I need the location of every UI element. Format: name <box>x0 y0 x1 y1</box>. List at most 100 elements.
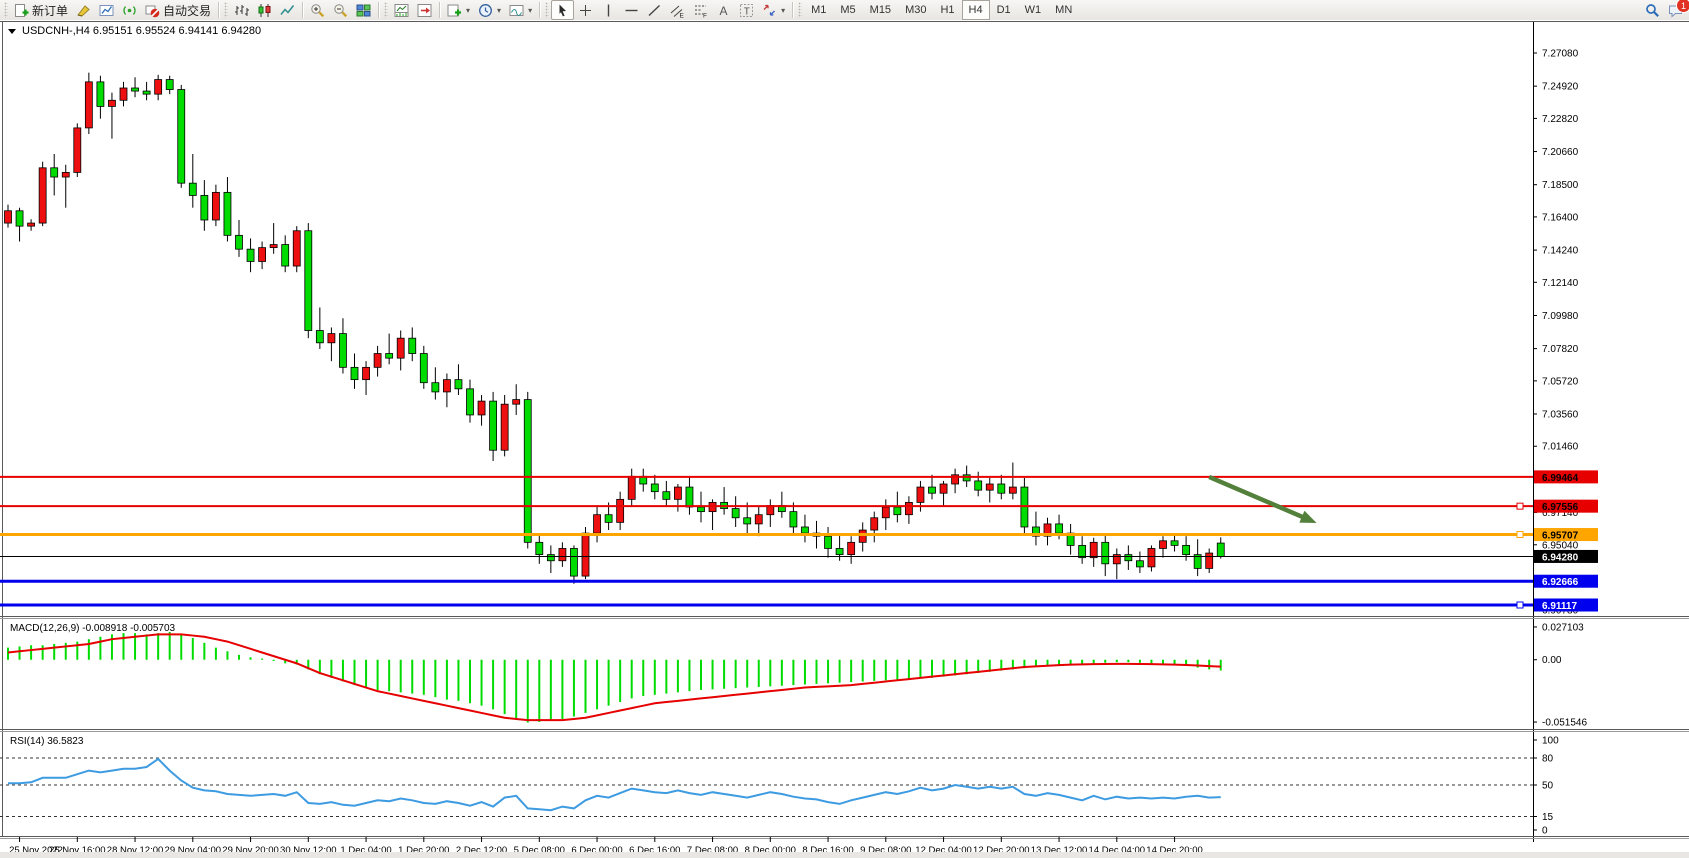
timeframe-button-mn[interactable]: MN <box>1048 0 1079 20</box>
candle-body <box>386 354 393 359</box>
trend-line-tool-button[interactable] <box>643 0 666 20</box>
candle-body <box>882 507 889 518</box>
timeframe-button-m30[interactable]: M30 <box>898 0 933 20</box>
crosshair-tool-button[interactable] <box>574 0 597 20</box>
fibonacci-tool-button[interactable]: F <box>689 0 712 20</box>
candle-body <box>663 492 670 500</box>
periods-clock-icon <box>478 3 493 18</box>
candle-body <box>871 518 878 530</box>
cursor-tool-button[interactable] <box>551 0 574 20</box>
candle-body <box>97 82 104 107</box>
vertical-line-tool-button[interactable] <box>597 0 620 20</box>
timeframe-button-m15[interactable]: M15 <box>863 0 898 20</box>
candle-body <box>85 82 92 128</box>
toolbar-grip <box>545 2 549 18</box>
timeframe-button-d1[interactable]: D1 <box>990 0 1018 20</box>
text-label-tool-button[interactable]: T <box>735 0 758 20</box>
time-tick-label: 7 Dec 08:00 <box>687 845 738 852</box>
price-tick-label: 7.24920 <box>1542 82 1579 93</box>
equidistant-channel-icon: E <box>670 3 685 18</box>
candle-body <box>1125 555 1132 561</box>
add-indicator-button[interactable]: ▾ <box>443 0 474 20</box>
time-tick-label: 1 Dec 04:00 <box>340 845 391 852</box>
price-tick-label: 7.07820 <box>1542 344 1579 355</box>
candle-body <box>1136 561 1143 567</box>
time-tick-label: 29 Nov 20:00 <box>222 845 279 852</box>
chart-shift-button[interactable] <box>413 0 436 20</box>
line-chart-button[interactable] <box>276 0 299 20</box>
candle-body <box>305 231 312 331</box>
candle-body <box>259 248 266 262</box>
svg-text:E: E <box>680 12 685 18</box>
price-tick-label: 6.95040 <box>1542 540 1579 551</box>
rsi-tick-label: 50 <box>1542 781 1554 792</box>
timeframe-button-m1[interactable]: M1 <box>804 0 833 20</box>
toolbar-grip <box>4 2 8 18</box>
arrows-icon <box>762 3 777 18</box>
chat-button[interactable]: 1 <box>1664 0 1687 20</box>
candlestick-button[interactable] <box>253 0 276 20</box>
price-tick-label: 7.16400 <box>1542 212 1579 223</box>
candle-body <box>28 223 35 226</box>
price-tick-label: 7.12140 <box>1542 278 1579 289</box>
time-tick-label: 12 Dec 04:00 <box>915 845 972 852</box>
text-tool-button[interactable]: A <box>712 0 735 20</box>
candle-body <box>467 389 474 415</box>
zoom-in-icon <box>310 3 325 18</box>
auto-trading-button[interactable]: 自动交易 <box>141 0 215 20</box>
candle-body <box>5 211 12 223</box>
candle-body <box>628 476 635 499</box>
rsi-tick-label: 15 <box>1542 812 1554 823</box>
hline-price-label: 6.99464 <box>1542 473 1579 484</box>
chevron-down-icon: ▾ <box>528 6 532 15</box>
candle-body <box>363 367 370 379</box>
candle-body <box>674 487 681 499</box>
indicator-window-button[interactable] <box>390 0 413 20</box>
hline-price-label: 6.92666 <box>1542 577 1579 588</box>
timeframe-button-h4[interactable]: H4 <box>962 0 990 20</box>
chat-badge: 1 <box>1676 0 1689 13</box>
tile-windows-button[interactable] <box>352 0 375 20</box>
candle-body <box>351 367 358 379</box>
candle-body <box>929 487 936 493</box>
chart-window-button[interactable] <box>95 0 118 20</box>
zoom-out-button[interactable] <box>329 0 352 20</box>
search-button[interactable] <box>1641 0 1664 20</box>
price-tick-label: 7.05720 <box>1542 376 1579 387</box>
new-order-icon <box>14 3 29 18</box>
candle-body <box>490 401 497 450</box>
auto-trading-label: 自动交易 <box>163 2 211 19</box>
hline-handle[interactable] <box>1517 503 1523 509</box>
arrows-tool-button[interactable]: ▾ <box>758 0 789 20</box>
time-tick-label: 14 Dec 04:00 <box>1089 845 1146 852</box>
hline-handle[interactable] <box>1517 602 1523 608</box>
chevron-down-icon: ▾ <box>781 6 785 15</box>
highlighter-button[interactable] <box>72 0 95 20</box>
new-order-button[interactable]: 新订单 <box>10 0 72 20</box>
chart-shift-icon <box>417 3 432 18</box>
periods-button[interactable]: ▾ <box>474 0 505 20</box>
bar-chart-icon <box>234 3 249 18</box>
template-icon <box>509 3 524 18</box>
signal-button[interactable] <box>118 0 141 20</box>
candle-body <box>917 487 924 502</box>
candle-body <box>801 527 808 533</box>
timeframe-button-m5[interactable]: M5 <box>833 0 862 20</box>
macd-tick-label: -0.051546 <box>1542 718 1587 729</box>
templates-button[interactable]: ▾ <box>505 0 536 20</box>
timeframe-button-w1[interactable]: W1 <box>1018 0 1049 20</box>
zoom-in-button[interactable] <box>306 0 329 20</box>
horizontal-line-tool-button[interactable] <box>620 0 643 20</box>
bar-chart-button[interactable] <box>230 0 253 20</box>
equidistant-channel-tool-button[interactable]: E <box>666 0 689 20</box>
new-order-label: 新订单 <box>32 2 68 19</box>
timeframe-button-h1[interactable]: H1 <box>933 0 961 20</box>
candle-body <box>559 548 566 560</box>
candle-body <box>524 400 531 543</box>
candle-body <box>316 331 323 343</box>
price-tick-label: 7.22820 <box>1542 114 1579 125</box>
hline-handle[interactable] <box>1517 532 1523 538</box>
candle-body <box>582 533 589 576</box>
chart-svg[interactable]: 7.270807.249207.228207.206607.185007.164… <box>0 20 1689 852</box>
candle-body <box>1217 543 1224 556</box>
